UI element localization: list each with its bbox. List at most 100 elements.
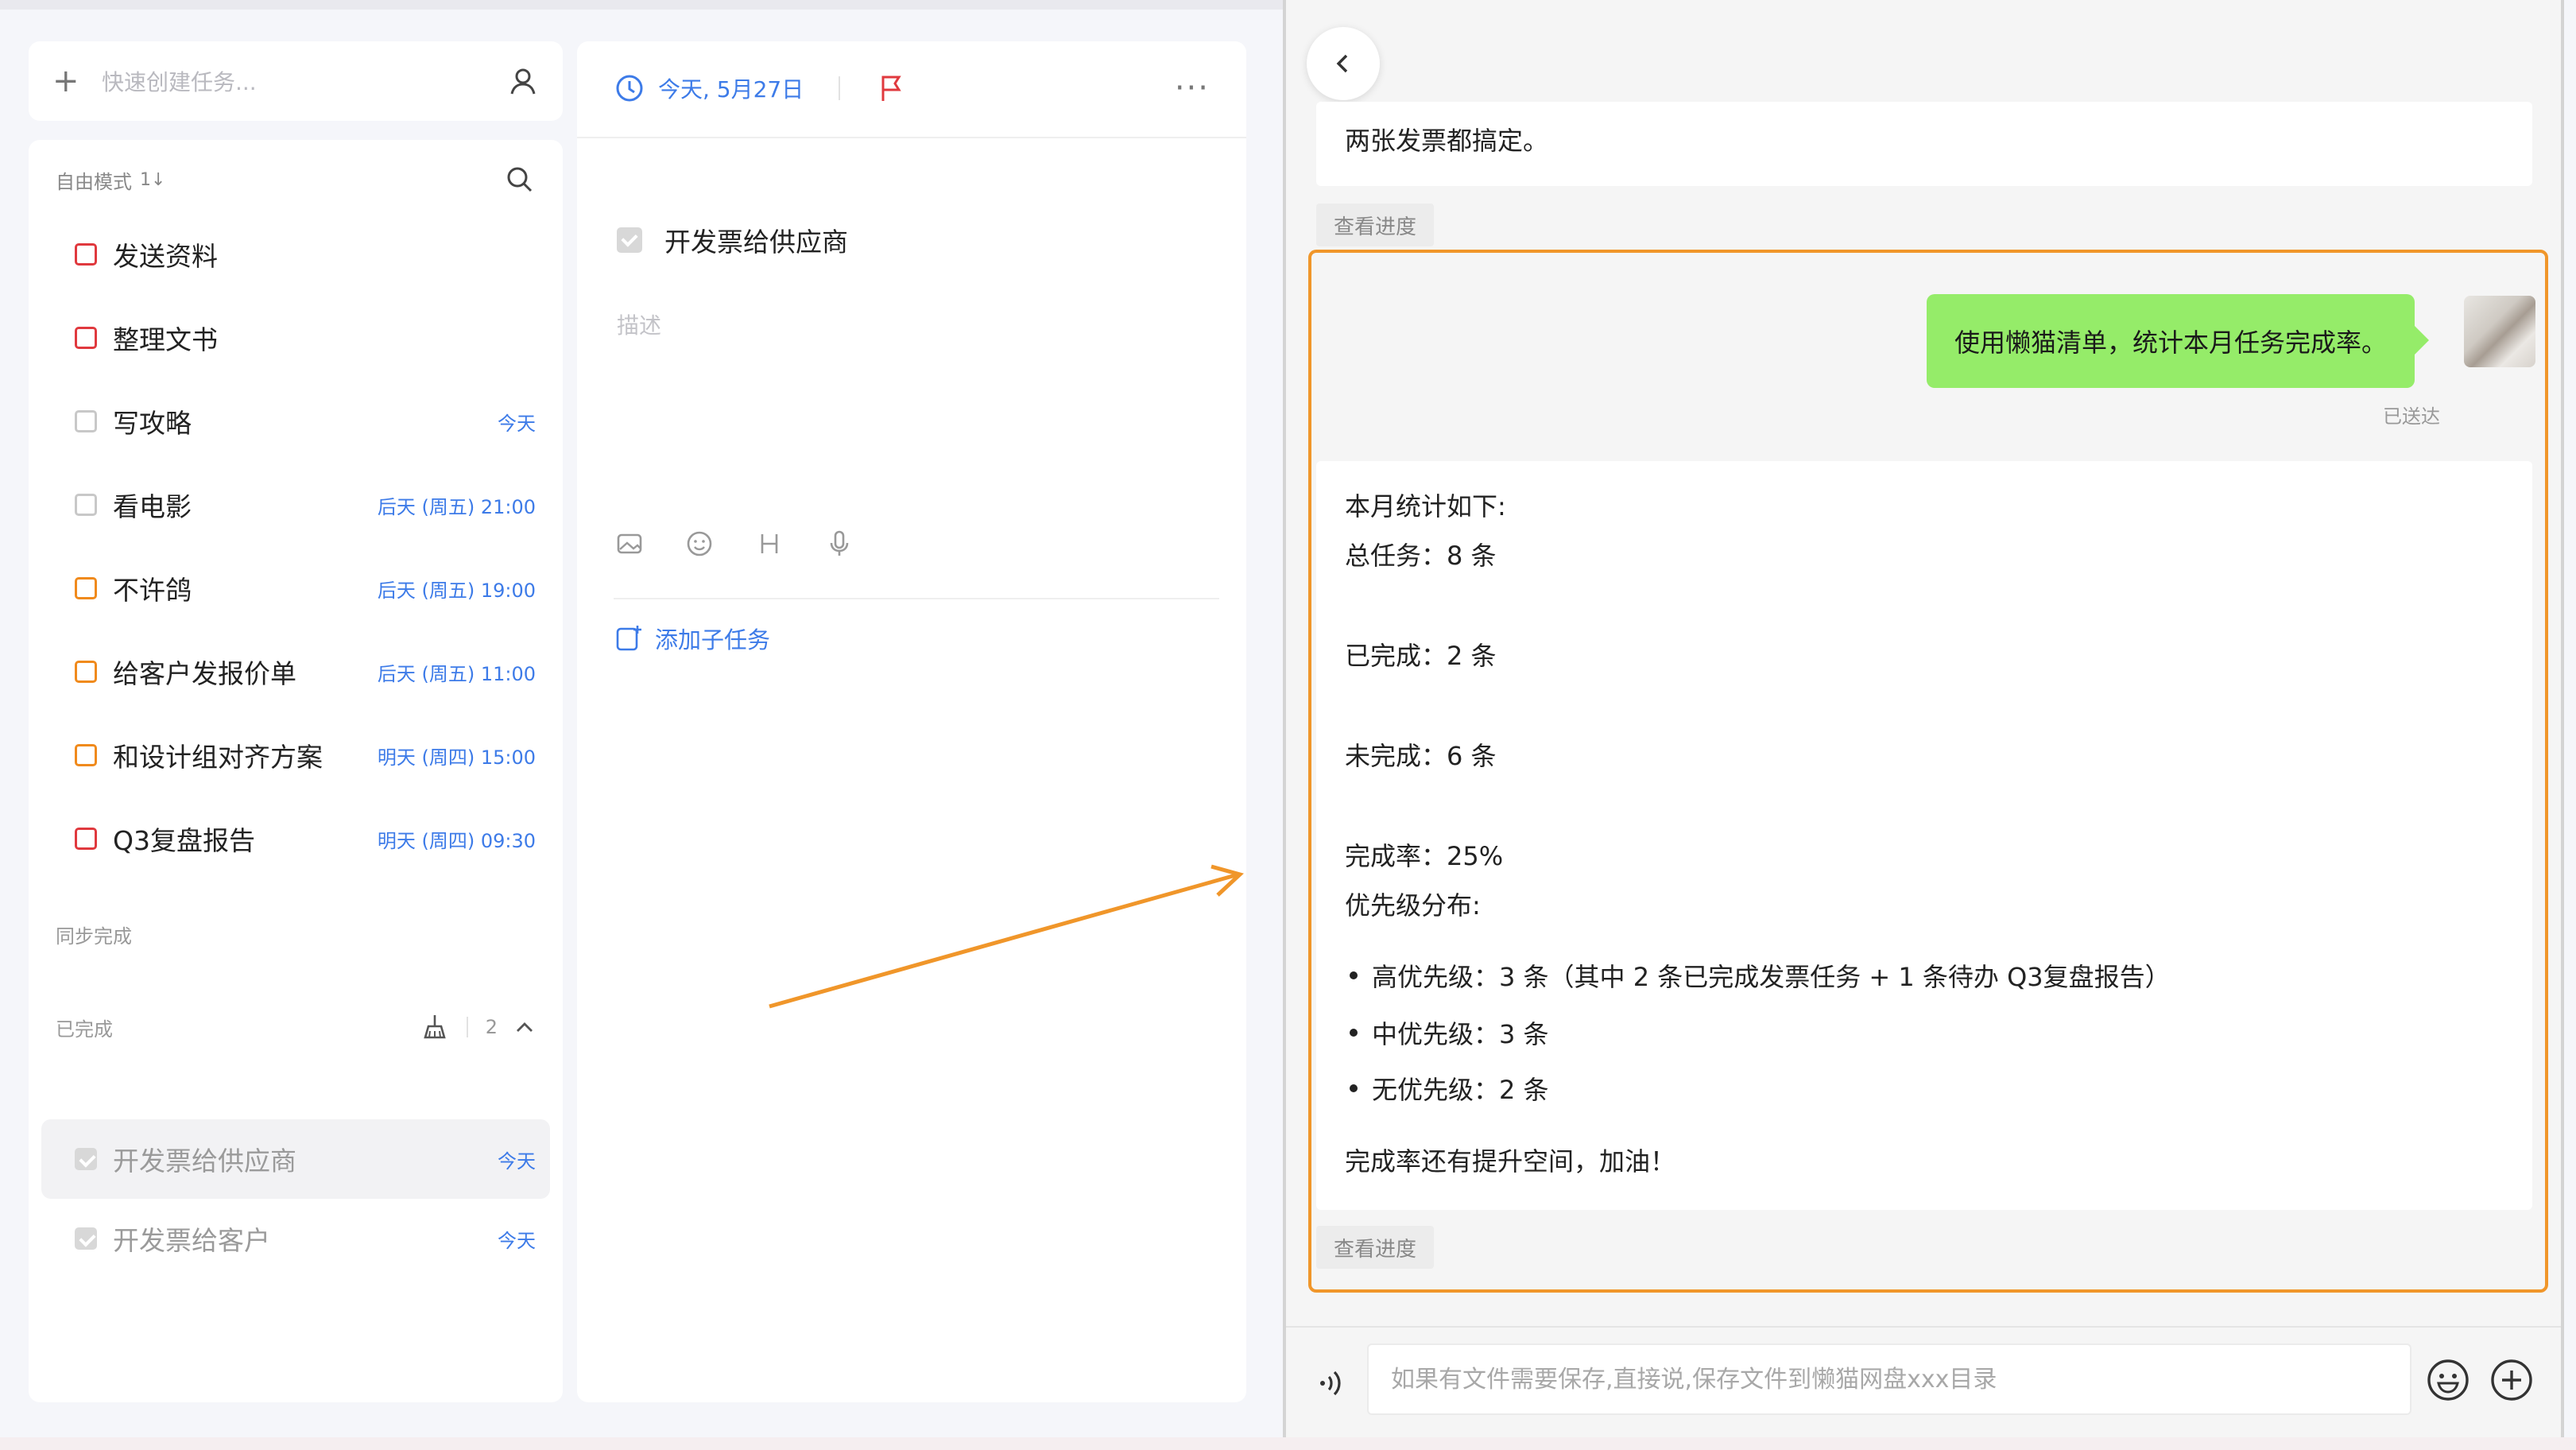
task-item[interactable]: 发送资料	[75, 231, 536, 278]
window-top-strip	[0, 0, 1283, 10]
bullet-text: 中优先级：3 条	[1372, 1019, 1549, 1049]
task-checkbox[interactable]	[75, 661, 97, 683]
task-item[interactable]: 和设计组对齐方案 明天 (周四) 15:00	[75, 731, 536, 779]
detail-header: 今天, 5月27日 ···	[614, 68, 1210, 108]
heading-icon[interactable]	[753, 528, 785, 560]
task-due: 明天 (周四) 09:30	[377, 829, 536, 852]
plus-icon[interactable]: +	[52, 65, 87, 97]
task-checkbox-checked[interactable]	[75, 1227, 97, 1250]
quick-add-bar[interactable]: + 快速创建任务...	[29, 41, 563, 121]
message-input[interactable]	[1391, 1365, 2388, 1394]
sync-status: 同步完成	[56, 925, 132, 948]
task-item[interactable]: Q3复盘报告 明天 (周四) 09:30	[75, 815, 536, 863]
task-item[interactable]: 整理文书	[75, 314, 536, 362]
emoji-icon[interactable]	[2424, 1356, 2472, 1404]
reply-line: 总任务：8 条	[1345, 541, 1497, 571]
task-title: 开发票给供应商	[113, 1146, 296, 1177]
bullet-text: 无优先级：2 条	[1372, 1075, 1549, 1105]
task-title: 不许鸽	[113, 575, 192, 606]
bullet-text: 高优先级：3 条（其中 2 条已完成发票任务 + 1 条待办 Q3复盘报告）	[1372, 962, 2171, 992]
completed-task-item[interactable]: 开发票给供应商 今天	[75, 1135, 536, 1183]
emoji-icon[interactable]	[684, 528, 715, 560]
reply-bullet: 无优先级：2 条	[1350, 1070, 1549, 1107]
reply-line: 本月统计如下:	[1345, 491, 1506, 521]
description-field[interactable]: 描述	[617, 308, 661, 340]
task-checkbox[interactable]	[75, 577, 97, 599]
sort-icon[interactable]: 1↓	[140, 170, 165, 190]
task-due: 后天 (周五) 19:00	[377, 579, 536, 602]
task-list-column: + 快速创建任务... 自由模式 1↓ 发送资料 整理文书 写攻略 今天 看电影	[29, 41, 563, 1402]
divider	[614, 598, 1219, 599]
task-checkbox-checked[interactable]	[75, 1148, 97, 1170]
task-due: 后天 (周五) 21:00	[377, 495, 536, 518]
view-progress-button[interactable]: 查看进度	[1316, 1226, 1435, 1269]
bullet-dot	[1350, 1029, 1358, 1037]
chat-panel: 两张发票都搞定。 查看进度 使用懒猫清单，统计本月任务完成率。 已送达 本月统计…	[1283, 0, 2564, 1437]
task-title: 看电影	[113, 491, 192, 522]
task-title: 开发票给客户	[113, 1225, 270, 1256]
assistant-reply: 本月统计如下: 总任务：8 条 已完成：2 条 未完成：6 条 完成率：25% …	[1316, 461, 2532, 1210]
add-subtask-label: 添加子任务	[655, 626, 771, 653]
delivery-status: 已送达	[2383, 405, 2440, 428]
task-title: Q3复盘报告	[113, 825, 255, 856]
task-checkbox[interactable]	[75, 744, 97, 766]
completed-task-item[interactable]: 开发票给客户 今天	[75, 1215, 536, 1262]
reply-line: 未完成：6 条	[1345, 741, 1497, 771]
divider	[839, 76, 841, 100]
quick-add-input[interactable]: 快速创建任务...	[102, 65, 507, 97]
task-checkbox[interactable]	[75, 828, 97, 850]
task-checkbox[interactable]	[75, 243, 97, 266]
task-detail-panel: 今天, 5月27日 ··· 开发票给供应商 描述 添加子任务	[577, 41, 1246, 1402]
task-checkbox[interactable]	[75, 410, 97, 432]
task-checkbox[interactable]	[75, 327, 97, 349]
reply-line: 已完成：2 条	[1345, 641, 1497, 671]
editor-toolbar	[614, 528, 855, 560]
completed-header: 已完成 2	[56, 1011, 536, 1043]
task-title: 发送资料	[113, 241, 218, 272]
detail-task-row: 开发票给供应商	[617, 221, 848, 259]
task-title: 和设计组对齐方案	[113, 742, 323, 773]
task-title: 给客户发报价单	[113, 658, 296, 689]
completed-label: 已完成	[56, 1018, 113, 1041]
task-item[interactable]: 写攻略 今天	[75, 397, 536, 445]
chevron-up-icon[interactable]	[513, 1016, 536, 1038]
completed-count: 2	[485, 1016, 498, 1038]
task-due: 明天 (周四) 15:00	[377, 746, 536, 769]
task-item[interactable]: 给客户发报价单 后天 (周五) 11:00	[75, 648, 536, 696]
more-options-icon[interactable]: ···	[1175, 72, 1210, 104]
microphone-icon[interactable]	[823, 528, 855, 560]
broom-icon[interactable]	[419, 1012, 449, 1042]
task-list-panel: 自由模式 1↓ 发送资料 整理文书 写攻略 今天 看电影 后天 (周五) 21:…	[29, 140, 563, 1402]
search-icon[interactable]	[504, 164, 536, 196]
chevron-left-icon	[1336, 54, 1348, 73]
reply-bullet: 中优先级：3 条	[1350, 1014, 1549, 1051]
image-icon[interactable]	[614, 528, 645, 560]
user-icon[interactable]	[507, 65, 539, 97]
clock-icon[interactable]	[614, 72, 645, 104]
flag-icon[interactable]	[875, 72, 907, 104]
task-title: 整理文书	[113, 324, 218, 355]
divider	[577, 137, 1246, 138]
task-due: 后天 (周五) 11:00	[377, 662, 536, 685]
due-date[interactable]: 今天, 5月27日	[658, 72, 804, 104]
view-progress-button[interactable]: 查看进度	[1316, 204, 1435, 246]
back-button[interactable]	[1307, 27, 1380, 100]
message-text: 两张发票都搞定。	[1345, 126, 1549, 156]
mode-label[interactable]: 自由模式	[56, 166, 132, 194]
assistant-message: 两张发票都搞定。	[1316, 102, 2532, 186]
avatar[interactable]	[2464, 296, 2535, 367]
add-subtask-button[interactable]: 添加子任务	[614, 622, 770, 655]
detail-task-title[interactable]: 开发票给供应商	[664, 221, 848, 259]
task-due: 今天	[498, 1150, 536, 1173]
plus-circle-icon[interactable]	[2488, 1356, 2535, 1404]
task-item[interactable]: 看电影 后天 (周五) 21:00	[75, 481, 536, 529]
divider	[466, 1017, 468, 1037]
task-checkbox[interactable]	[75, 494, 97, 516]
task-checkbox-checked[interactable]	[617, 227, 642, 253]
voice-icon[interactable]	[1305, 1359, 1353, 1407]
window-bottom-strip	[0, 1437, 2576, 1450]
message-input-container	[1367, 1343, 2411, 1415]
task-item[interactable]: 不许鸽 后天 (周五) 19:00	[75, 564, 536, 612]
bullet-dot	[1350, 1084, 1358, 1092]
task-title: 写攻略	[113, 408, 192, 439]
